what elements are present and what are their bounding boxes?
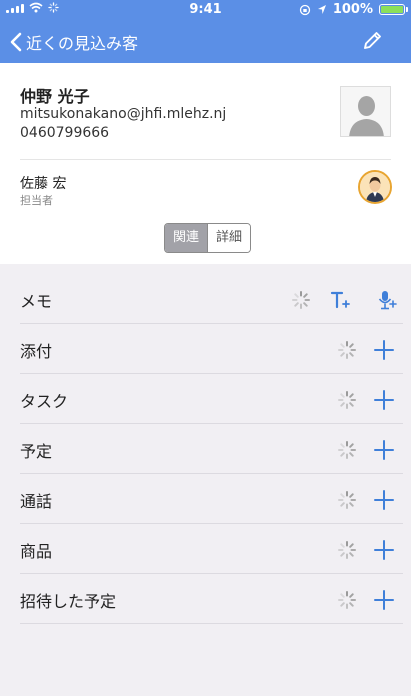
app-header: 9:41 100% 近くの見込み客: [0, 0, 411, 63]
list-item-attachments[interactable]: 添付: [0, 324, 411, 374]
list-item-tasks[interactable]: タスク: [0, 374, 411, 424]
spinner-icon: [338, 491, 356, 509]
spinner-icon: [338, 541, 356, 559]
navigation-bar: 近くの見込み客: [0, 22, 411, 62]
location-icon: [317, 5, 326, 14]
list-item-invited-events[interactable]: 招待した予定: [0, 574, 411, 624]
person-silhouette-icon: [341, 87, 390, 136]
owner-name: 佐藤 宏: [20, 176, 67, 192]
owner-role-label: 担当者: [20, 194, 53, 207]
pencil-icon: [364, 32, 381, 49]
list-item-label: 商品: [20, 542, 53, 561]
contact-name: 仲野 光子: [20, 87, 90, 106]
segment-related[interactable]: 関連: [165, 224, 207, 252]
plus-icon[interactable]: [373, 489, 395, 511]
plus-icon[interactable]: [373, 389, 395, 411]
mic-plus-icon[interactable]: [375, 289, 397, 311]
spinner-icon: [292, 291, 310, 309]
spinner-icon: [338, 591, 356, 609]
plus-icon[interactable]: [373, 539, 395, 561]
plus-icon[interactable]: [373, 439, 395, 461]
back-button[interactable]: 近くの見込み客: [10, 30, 138, 54]
list-item-label: 通話: [20, 492, 53, 511]
spinner-icon: [338, 441, 356, 459]
battery-percent: 100%: [332, 2, 373, 17]
battery-icon: [379, 4, 408, 15]
contact-phone[interactable]: 0460799666: [20, 125, 109, 141]
plus-icon[interactable]: [373, 339, 395, 361]
list-item-label: タスク: [20, 392, 69, 411]
back-button-label: 近くの見込み客: [26, 34, 139, 53]
status-bar: 9:41 100%: [0, 0, 411, 20]
chevron-left-icon: [10, 32, 22, 52]
list-item-products[interactable]: 商品: [0, 524, 411, 574]
list-item-events[interactable]: 予定: [0, 424, 411, 474]
list-item-label: 招待した予定: [20, 592, 117, 611]
text-plus-icon[interactable]: [329, 289, 351, 311]
list-item-label: 予定: [20, 442, 53, 461]
owner-avatar[interactable]: [358, 170, 392, 204]
list-item-label: メモ: [20, 292, 53, 311]
contact-photo-placeholder[interactable]: [340, 86, 391, 137]
spinner-icon: [338, 391, 356, 409]
plus-icon[interactable]: [373, 589, 395, 611]
contact-email[interactable]: mitsukonakano@jhfi.mlehz.nj: [20, 106, 226, 122]
list-item-memo[interactable]: メモ: [0, 274, 411, 324]
segment-details[interactable]: 詳細: [207, 224, 250, 252]
contact-card: 仲野 光子 mitsukonakano@jhfi.mlehz.nj 046079…: [0, 63, 411, 264]
list-item-label: 添付: [20, 342, 53, 361]
divider: [20, 159, 391, 160]
list-item-calls[interactable]: 通話: [0, 474, 411, 524]
owner-portrait-icon: [360, 172, 390, 202]
view-segmented-control: 関連 詳細: [164, 223, 251, 253]
divider: [20, 623, 403, 624]
orientation-lock-icon: [299, 4, 310, 15]
edit-button[interactable]: [361, 30, 383, 56]
spinner-icon: [338, 341, 356, 359]
